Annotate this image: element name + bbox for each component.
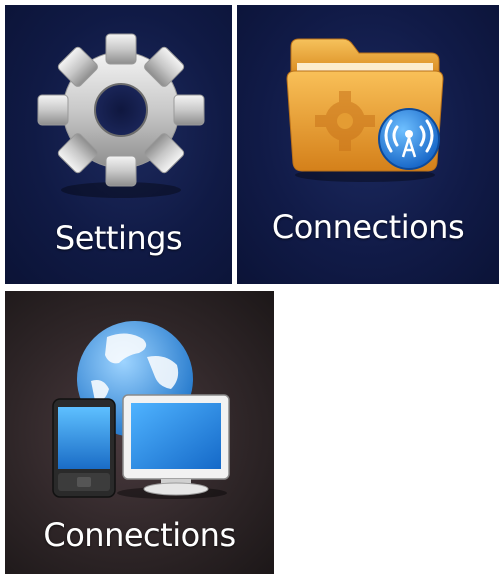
connections-label: Connections <box>271 208 465 246</box>
connections-devices-label: Connections <box>43 516 236 554</box>
connections-tile[interactable]: Connections <box>237 5 499 284</box>
connections-devices-tile[interactable]: Connections <box>5 291 274 574</box>
folder-wireless-icon <box>286 38 444 182</box>
settings-tile[interactable]: Settings <box>5 5 232 284</box>
gear-icon <box>37 33 205 198</box>
settings-label: Settings <box>54 219 183 257</box>
globe-devices-icon <box>52 321 230 499</box>
